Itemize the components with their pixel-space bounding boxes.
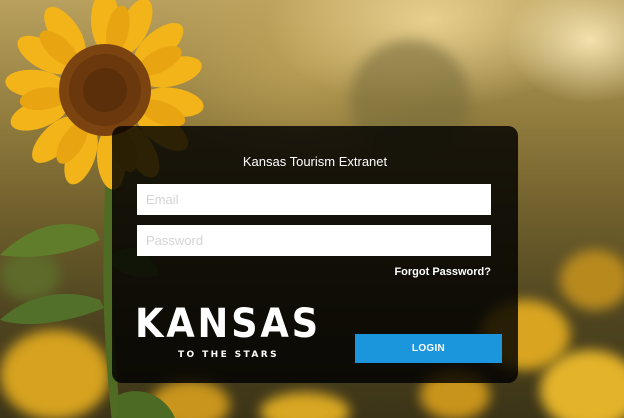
- logo-wordmark: KANSAS: [135, 301, 321, 347]
- email-field[interactable]: [137, 184, 491, 215]
- login-button[interactable]: LOGIN: [355, 334, 502, 363]
- kansas-logo: KANSAS TO THE STARS: [135, 301, 321, 360]
- logo-tagline: TO THE STARS: [178, 350, 279, 360]
- password-field[interactable]: [137, 225, 491, 256]
- login-card: Kansas Tourism Extranet Forgot Password?…: [112, 126, 518, 383]
- background-photo: Kansas Tourism Extranet Forgot Password?…: [0, 0, 624, 418]
- page-title: Kansas Tourism Extranet: [242, 154, 388, 169]
- forgot-password-link[interactable]: Forgot Password?: [394, 266, 491, 278]
